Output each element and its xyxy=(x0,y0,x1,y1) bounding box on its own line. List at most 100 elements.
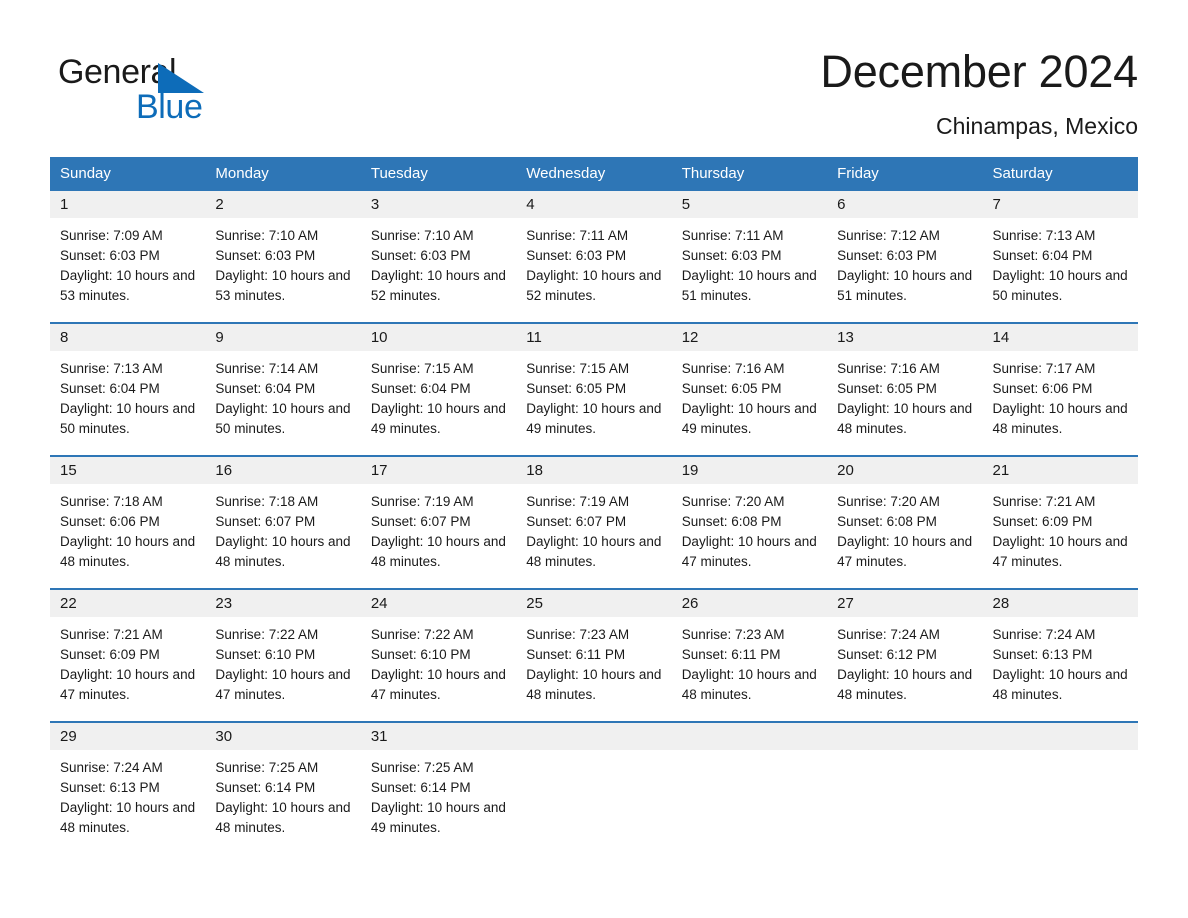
sunset-text: Sunset: 6:04 PM xyxy=(60,381,160,396)
day-details: Sunrise: 7:13 AM Sunset: 6:04 PM Dayligh… xyxy=(983,218,1138,322)
day-details: Sunrise: 7:17 AM Sunset: 6:06 PM Dayligh… xyxy=(983,351,1138,455)
sunset-text: Sunset: 6:03 PM xyxy=(60,248,160,263)
sunset-text: Sunset: 6:03 PM xyxy=(681,248,782,263)
day-cell[interactable]: 10 Sunrise: 7:15 AM Sunset: 6:04 PM Dayl… xyxy=(360,322,517,456)
daylight-text: Daylight: 10 hours and 47 minutes. xyxy=(837,534,973,569)
day-cell[interactable]: 16 Sunrise: 7:18 AM Sunset: 6:07 PM Dayl… xyxy=(205,455,361,589)
weekday-header-thursday: Thursday xyxy=(681,165,745,182)
day-details: Sunrise: 7:15 AM Sunset: 6:04 PM Dayligh… xyxy=(361,351,516,455)
daylight-text: Daylight: 10 hours and 48 minutes. xyxy=(837,401,973,436)
day-cell[interactable]: 17 Sunrise: 7:19 AM Sunset: 6:07 PM Dayl… xyxy=(360,455,517,589)
sunset-text: Sunset: 6:07 PM xyxy=(370,514,471,529)
day-details: Sunrise: 7:18 AM Sunset: 6:07 PM Dayligh… xyxy=(205,484,360,588)
sunset-text: Sunset: 6:03 PM xyxy=(837,248,937,263)
day-cell[interactable]: 15 Sunrise: 7:18 AM Sunset: 6:06 PM Dayl… xyxy=(50,455,206,589)
day-details: Sunrise: 7:20 AM Sunset: 6:08 PM Dayligh… xyxy=(827,484,982,588)
daylight-text: Daylight: 10 hours and 49 minutes. xyxy=(681,401,817,436)
day-cell[interactable]: 5 Sunrise: 7:11 AM Sunset: 6:03 PM Dayli… xyxy=(671,191,828,323)
sunrise-text: Sunrise: 7:23 AM xyxy=(681,627,785,642)
day-cell[interactable]: 6 Sunrise: 7:12 AM Sunset: 6:03 PM Dayli… xyxy=(827,191,983,323)
day-number: 2 xyxy=(205,191,361,218)
daylight-text: Daylight: 10 hours and 47 minutes. xyxy=(60,667,196,702)
day-details: Sunrise: 7:16 AM Sunset: 6:05 PM Dayligh… xyxy=(827,351,982,455)
sunset-text: Sunset: 6:14 PM xyxy=(215,780,316,795)
daylight-text: Daylight: 10 hours and 49 minutes. xyxy=(526,401,662,436)
daylight-text: Daylight: 10 hours and 48 minutes. xyxy=(526,534,662,569)
day-details: Sunrise: 7:23 AM Sunset: 6:11 PM Dayligh… xyxy=(516,617,671,721)
day-number: 31 xyxy=(360,723,517,750)
day-number: 12 xyxy=(671,324,828,351)
week-row: 1 Sunrise: 7:09 AM Sunset: 6:03 PM Dayli… xyxy=(50,191,1138,323)
day-cell[interactable]: 7 Sunrise: 7:13 AM Sunset: 6:04 PM Dayli… xyxy=(982,191,1138,323)
day-cell[interactable]: 31 Sunrise: 7:25 AM Sunset: 6:14 PM Dayl… xyxy=(360,721,517,854)
day-cell[interactable]: 23 Sunrise: 7:22 AM Sunset: 6:10 PM Dayl… xyxy=(205,588,361,722)
day-cell[interactable]: 25 Sunrise: 7:23 AM Sunset: 6:11 PM Dayl… xyxy=(516,588,672,722)
day-details: Sunrise: 7:20 AM Sunset: 6:08 PM Dayligh… xyxy=(672,484,827,588)
sunrise-text: Sunrise: 7:15 AM xyxy=(370,361,474,376)
weekday-header-row: Sunday Monday Tuesday Wednesday Thursday… xyxy=(50,157,1138,191)
daylight-text: Daylight: 10 hours and 49 minutes. xyxy=(370,401,506,436)
day-cell[interactable]: 3 Sunrise: 7:10 AM Sunset: 6:03 PM Dayli… xyxy=(360,191,517,323)
day-cell[interactable]: 30 Sunrise: 7:25 AM Sunset: 6:14 PM Dayl… xyxy=(205,721,361,854)
sunset-text: Sunset: 6:04 PM xyxy=(215,381,316,396)
sunrise-text: Sunrise: 7:12 AM xyxy=(837,228,940,243)
sunrise-text: Sunrise: 7:24 AM xyxy=(837,627,940,642)
day-cell[interactable]: 24 Sunrise: 7:22 AM Sunset: 6:10 PM Dayl… xyxy=(360,588,517,722)
day-details: Sunrise: 7:09 AM Sunset: 6:03 PM Dayligh… xyxy=(50,218,205,322)
calendar-grid: Sunday Monday Tuesday Wednesday Thursday… xyxy=(50,157,1138,854)
sunset-text: Sunset: 6:03 PM xyxy=(370,248,471,263)
sunset-text: Sunset: 6:11 PM xyxy=(526,647,626,662)
weekday-header-friday: Friday xyxy=(837,165,879,182)
day-cell[interactable]: 21 Sunrise: 7:21 AM Sunset: 6:09 PM Dayl… xyxy=(982,455,1138,589)
sunrise-text: Sunrise: 7:23 AM xyxy=(526,627,630,642)
day-number: 13 xyxy=(827,324,983,351)
day-details: Sunrise: 7:24 AM Sunset: 6:13 PM Dayligh… xyxy=(50,750,205,854)
day-cell[interactable]: 29 Sunrise: 7:24 AM Sunset: 6:13 PM Dayl… xyxy=(50,721,206,854)
day-details xyxy=(672,750,827,851)
day-number: 10 xyxy=(360,324,517,351)
day-details: Sunrise: 7:24 AM Sunset: 6:12 PM Dayligh… xyxy=(827,617,982,721)
sunset-text: Sunset: 6:03 PM xyxy=(526,248,627,263)
day-cell[interactable]: 4 Sunrise: 7:11 AM Sunset: 6:03 PM Dayli… xyxy=(516,191,672,323)
sunset-text: Sunset: 6:10 PM xyxy=(215,647,316,662)
sunrise-text: Sunrise: 7:13 AM xyxy=(992,228,1096,243)
daylight-text: Daylight: 10 hours and 48 minutes. xyxy=(992,401,1128,436)
day-details: Sunrise: 7:22 AM Sunset: 6:10 PM Dayligh… xyxy=(205,617,360,721)
day-number xyxy=(671,723,828,750)
day-cell[interactable]: 22 Sunrise: 7:21 AM Sunset: 6:09 PM Dayl… xyxy=(50,588,206,722)
day-cell[interactable]: 20 Sunrise: 7:20 AM Sunset: 6:08 PM Dayl… xyxy=(827,455,983,589)
sunset-text: Sunset: 6:04 PM xyxy=(370,381,471,396)
day-cell[interactable]: 27 Sunrise: 7:24 AM Sunset: 6:12 PM Dayl… xyxy=(827,588,983,722)
day-cell[interactable]: 14 Sunrise: 7:17 AM Sunset: 6:06 PM Dayl… xyxy=(982,322,1138,456)
day-cell[interactable]: 11 Sunrise: 7:15 AM Sunset: 6:05 PM Dayl… xyxy=(516,322,672,456)
daylight-text: Daylight: 10 hours and 52 minutes. xyxy=(370,268,506,303)
day-cell[interactable]: 13 Sunrise: 7:16 AM Sunset: 6:05 PM Dayl… xyxy=(827,322,983,456)
sunrise-text: Sunrise: 7:11 AM xyxy=(526,228,629,243)
day-number: 30 xyxy=(205,723,361,750)
day-cell[interactable]: 28 Sunrise: 7:24 AM Sunset: 6:13 PM Dayl… xyxy=(982,588,1138,722)
sunrise-text: Sunrise: 7:22 AM xyxy=(370,627,474,642)
day-number: 4 xyxy=(516,191,672,218)
page-title: December 2024 xyxy=(820,46,1138,97)
sunset-text: Sunset: 6:10 PM xyxy=(370,647,471,662)
day-cell[interactable]: 18 Sunrise: 7:19 AM Sunset: 6:07 PM Dayl… xyxy=(516,455,672,589)
day-number: 9 xyxy=(205,324,361,351)
daylight-text: Daylight: 10 hours and 48 minutes. xyxy=(215,534,351,569)
sunrise-text: Sunrise: 7:17 AM xyxy=(992,361,1096,376)
daylight-text: Daylight: 10 hours and 48 minutes. xyxy=(992,667,1128,702)
day-number: 28 xyxy=(982,590,1138,617)
day-cell[interactable]: 12 Sunrise: 7:16 AM Sunset: 6:05 PM Dayl… xyxy=(671,322,828,456)
day-cell[interactable]: 2 Sunrise: 7:10 AM Sunset: 6:03 PM Dayli… xyxy=(205,191,361,323)
day-number: 18 xyxy=(516,457,672,484)
day-cell[interactable]: 8 Sunrise: 7:13 AM Sunset: 6:04 PM Dayli… xyxy=(50,322,206,456)
day-details: Sunrise: 7:23 AM Sunset: 6:11 PM Dayligh… xyxy=(672,617,827,721)
day-cell[interactable]: 26 Sunrise: 7:23 AM Sunset: 6:11 PM Dayl… xyxy=(671,588,828,722)
day-cell[interactable]: 9 Sunrise: 7:14 AM Sunset: 6:04 PM Dayli… xyxy=(205,322,361,456)
sunset-text: Sunset: 6:03 PM xyxy=(215,248,316,263)
day-cell[interactable]: 1 Sunrise: 7:09 AM Sunset: 6:03 PM Dayli… xyxy=(50,191,206,323)
generalblue-logo[interactable]: General Blue xyxy=(58,52,258,126)
sunset-text: Sunset: 6:06 PM xyxy=(992,381,1093,396)
page-header: General Blue December 2024 Chinampas, Me… xyxy=(50,44,1138,144)
day-cell[interactable]: 19 Sunrise: 7:20 AM Sunset: 6:08 PM Dayl… xyxy=(671,455,828,589)
sunset-text: Sunset: 6:12 PM xyxy=(837,647,937,662)
